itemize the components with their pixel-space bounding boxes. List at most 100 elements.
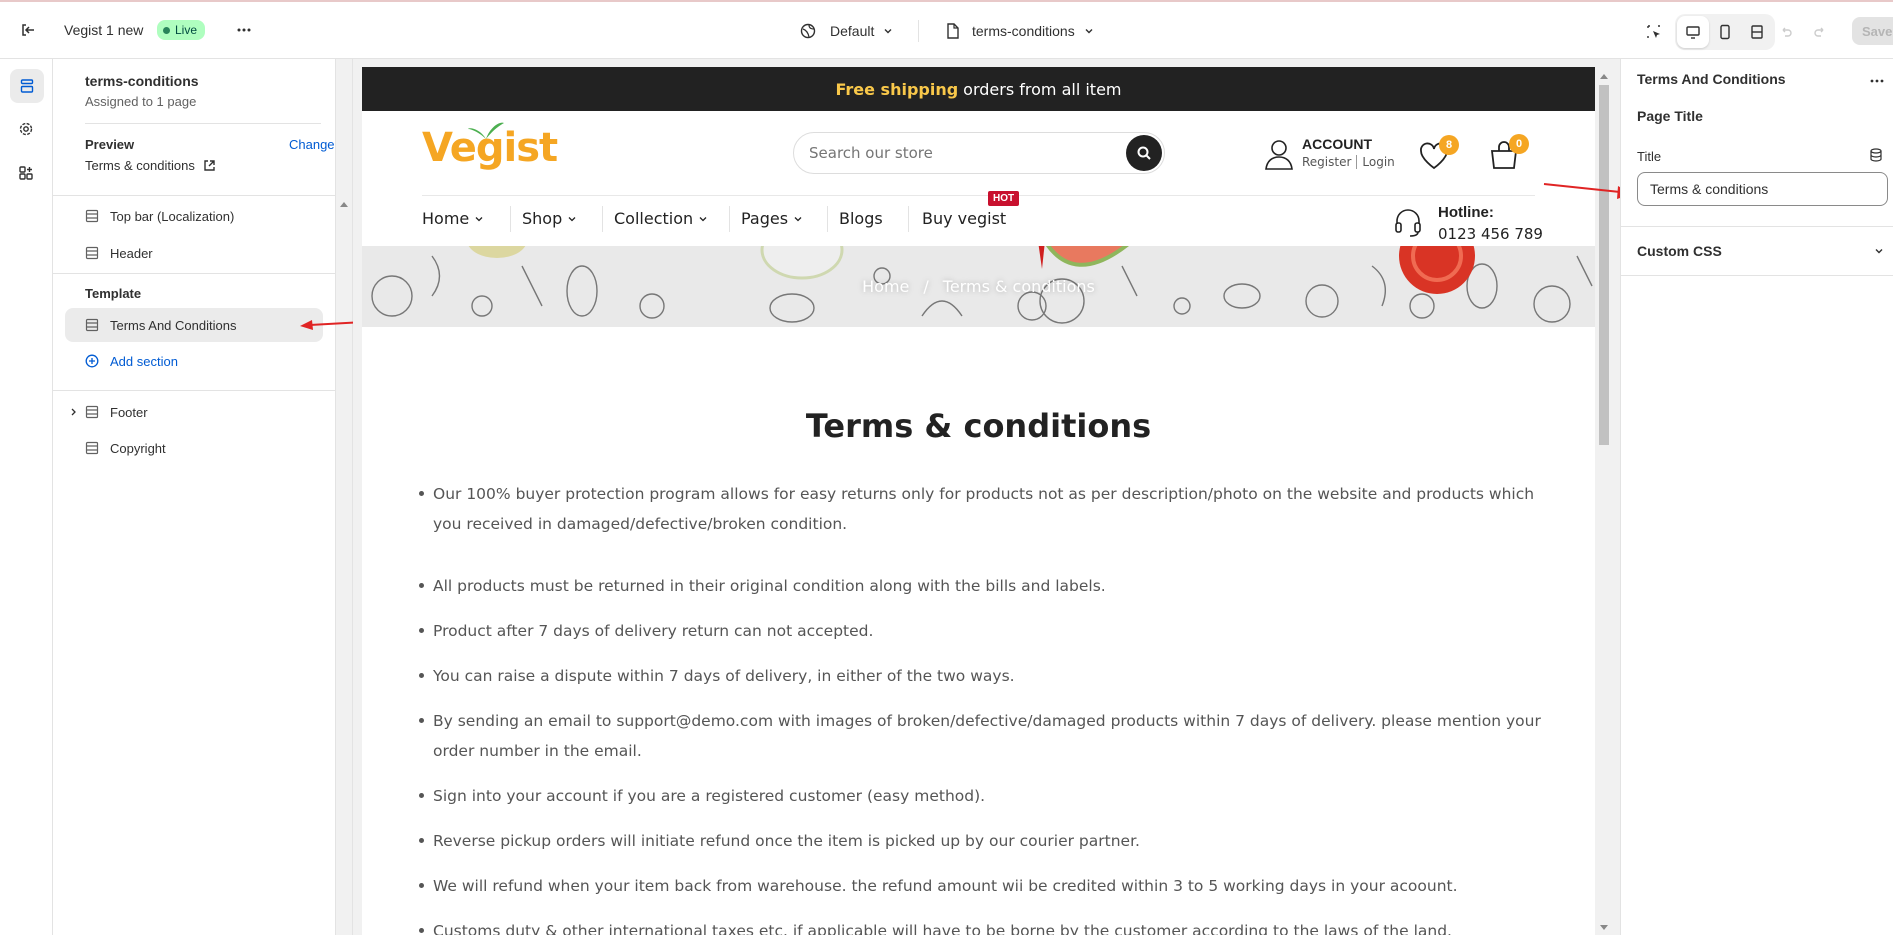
fullscreen-view-button[interactable] bbox=[1741, 16, 1773, 48]
save-button[interactable]: Save bbox=[1852, 17, 1893, 45]
editor-icon-rail bbox=[0, 59, 53, 935]
scroll-down-icon[interactable] bbox=[1600, 925, 1608, 931]
more-actions-button[interactable] bbox=[228, 14, 260, 46]
headset-icon bbox=[1395, 209, 1421, 237]
section-label: Footer bbox=[110, 404, 148, 420]
page-selector[interactable]: terms-conditions bbox=[946, 16, 1095, 46]
store-logo[interactable]: Vegist bbox=[422, 122, 558, 171]
section-icon bbox=[85, 318, 99, 332]
nav-label: Collection bbox=[614, 209, 694, 228]
breadcrumb-separator: / bbox=[923, 277, 929, 296]
theme-selector[interactable]: Default bbox=[800, 16, 894, 46]
dynamic-source-icon[interactable] bbox=[1869, 148, 1883, 162]
chevron-down-icon bbox=[475, 216, 483, 221]
sections-panel: terms-conditions Assigned to 1 page Prev… bbox=[53, 59, 336, 935]
section-icon bbox=[85, 441, 99, 455]
preview-page-link[interactable]: Terms & conditions bbox=[85, 158, 216, 173]
settings-section-title: Terms And Conditions bbox=[1637, 71, 1786, 87]
nav-separator bbox=[827, 206, 828, 232]
panel-scrollbar[interactable] bbox=[336, 59, 353, 935]
status-badge: Live bbox=[157, 20, 206, 40]
wishlist-count-badge: 8 bbox=[1439, 135, 1459, 155]
redo-button[interactable] bbox=[1804, 16, 1836, 48]
announce-text: orders from all item bbox=[963, 79, 1122, 99]
chevron-right-icon[interactable] bbox=[69, 407, 79, 417]
apps-button[interactable] bbox=[10, 157, 42, 189]
undo-icon bbox=[1770, 16, 1802, 48]
store-search-input[interactable] bbox=[809, 144, 1099, 162]
change-preview-link[interactable]: Change bbox=[289, 137, 335, 152]
section-row-copyright[interactable]: Copyright bbox=[65, 431, 323, 465]
ellipsis-icon bbox=[1870, 79, 1884, 83]
page-selector-label: terms-conditions bbox=[972, 23, 1075, 39]
preview-label: Preview bbox=[85, 137, 135, 152]
account-user-icon[interactable] bbox=[1263, 138, 1295, 170]
nav-home[interactable]: Home bbox=[422, 209, 484, 228]
custom-css-accordion[interactable]: Custom CSS bbox=[1621, 227, 1893, 275]
scroll-up-icon[interactable] bbox=[1600, 73, 1608, 79]
fullscreen-icon bbox=[1751, 25, 1763, 39]
inspector-button[interactable] bbox=[1638, 16, 1670, 48]
assigned-text: Assigned to 1 page bbox=[85, 94, 197, 109]
plus-circle-icon bbox=[85, 354, 99, 368]
add-section-button[interactable]: Add section bbox=[65, 344, 323, 378]
account-links: Register Login bbox=[1302, 155, 1395, 169]
section-row-footer[interactable]: Footer bbox=[65, 395, 323, 429]
search-icon bbox=[1137, 146, 1151, 160]
preview-scrollbar-thumb[interactable] bbox=[1599, 85, 1609, 445]
title-input[interactable] bbox=[1637, 172, 1888, 206]
panel-divider bbox=[53, 273, 335, 274]
nav-blogs[interactable]: Blogs bbox=[839, 209, 883, 228]
section-label: Copyright bbox=[110, 440, 166, 456]
hotline-number: 0123 456 789 bbox=[1438, 225, 1543, 243]
cart-button[interactable]: 0 bbox=[1489, 134, 1529, 170]
section-row-header[interactable]: Header bbox=[65, 236, 323, 270]
chevron-down-icon bbox=[884, 29, 892, 34]
nav-label: Shop bbox=[522, 209, 563, 228]
scroll-up-icon[interactable] bbox=[340, 201, 348, 207]
desktop-view-button[interactable] bbox=[1677, 16, 1709, 48]
template-group-label: Template bbox=[85, 286, 142, 301]
announce-bold: Free shipping bbox=[835, 79, 959, 99]
chevron-down-icon bbox=[794, 216, 802, 221]
mobile-view-button[interactable] bbox=[1709, 16, 1741, 48]
chevron-down-icon bbox=[568, 216, 576, 221]
section-icon bbox=[85, 209, 99, 223]
wishlist-button[interactable]: 8 bbox=[1419, 135, 1459, 170]
panel-divider bbox=[1621, 275, 1893, 276]
announcement-bar: Free shipping orders from all item bbox=[362, 67, 1595, 111]
apps-icon bbox=[19, 166, 33, 180]
terms-list-item: Product after 7 days of delivery return … bbox=[419, 616, 1563, 646]
store-nav: Home Shop Collection Pages Blogs Buy veg… bbox=[362, 191, 1595, 246]
terms-list-item: By sending an email to support@demo.com … bbox=[419, 706, 1563, 766]
nav-pages[interactable]: Pages bbox=[741, 209, 803, 228]
store-preview: Free shipping orders from all item Vegis… bbox=[362, 67, 1595, 935]
nav-separator bbox=[510, 206, 511, 232]
chevron-down-icon bbox=[1085, 29, 1093, 34]
terms-list-item: Customs duty & other international taxes… bbox=[419, 916, 1563, 935]
nav-buy-vegist[interactable]: Buy vegist bbox=[922, 209, 1006, 228]
undo-button[interactable] bbox=[1770, 16, 1802, 48]
nav-shop[interactable]: Shop bbox=[522, 209, 577, 228]
store-search-button[interactable] bbox=[1126, 135, 1162, 171]
theme-settings-button[interactable] bbox=[10, 113, 42, 145]
sections-tab-button[interactable] bbox=[10, 69, 44, 103]
section-row-top-bar[interactable]: Top bar (Localization) bbox=[65, 199, 323, 233]
breadcrumb-home-link[interactable]: Home bbox=[862, 277, 909, 296]
store-name: Vegist 1 new bbox=[64, 22, 144, 38]
mobile-icon bbox=[1720, 24, 1730, 40]
login-link[interactable]: Login bbox=[1362, 155, 1394, 169]
section-row-terms-and-conditions[interactable]: Terms And Conditions bbox=[65, 308, 323, 342]
nav-collection[interactable]: Collection bbox=[614, 209, 708, 228]
custom-css-label: Custom CSS bbox=[1637, 243, 1722, 259]
register-link[interactable]: Register bbox=[1302, 155, 1351, 169]
chevron-down-icon bbox=[699, 216, 707, 221]
settings-panel: Terms And Conditions Page Title Title Cu… bbox=[1620, 59, 1893, 935]
section-more-button[interactable] bbox=[1861, 65, 1893, 97]
nav-separator bbox=[908, 206, 909, 232]
panel-divider bbox=[85, 123, 321, 124]
breadcrumb-current: Terms & conditions bbox=[942, 277, 1095, 296]
store-search[interactable] bbox=[793, 132, 1165, 174]
exit-button[interactable] bbox=[12, 14, 44, 46]
sections-icon bbox=[20, 79, 34, 93]
